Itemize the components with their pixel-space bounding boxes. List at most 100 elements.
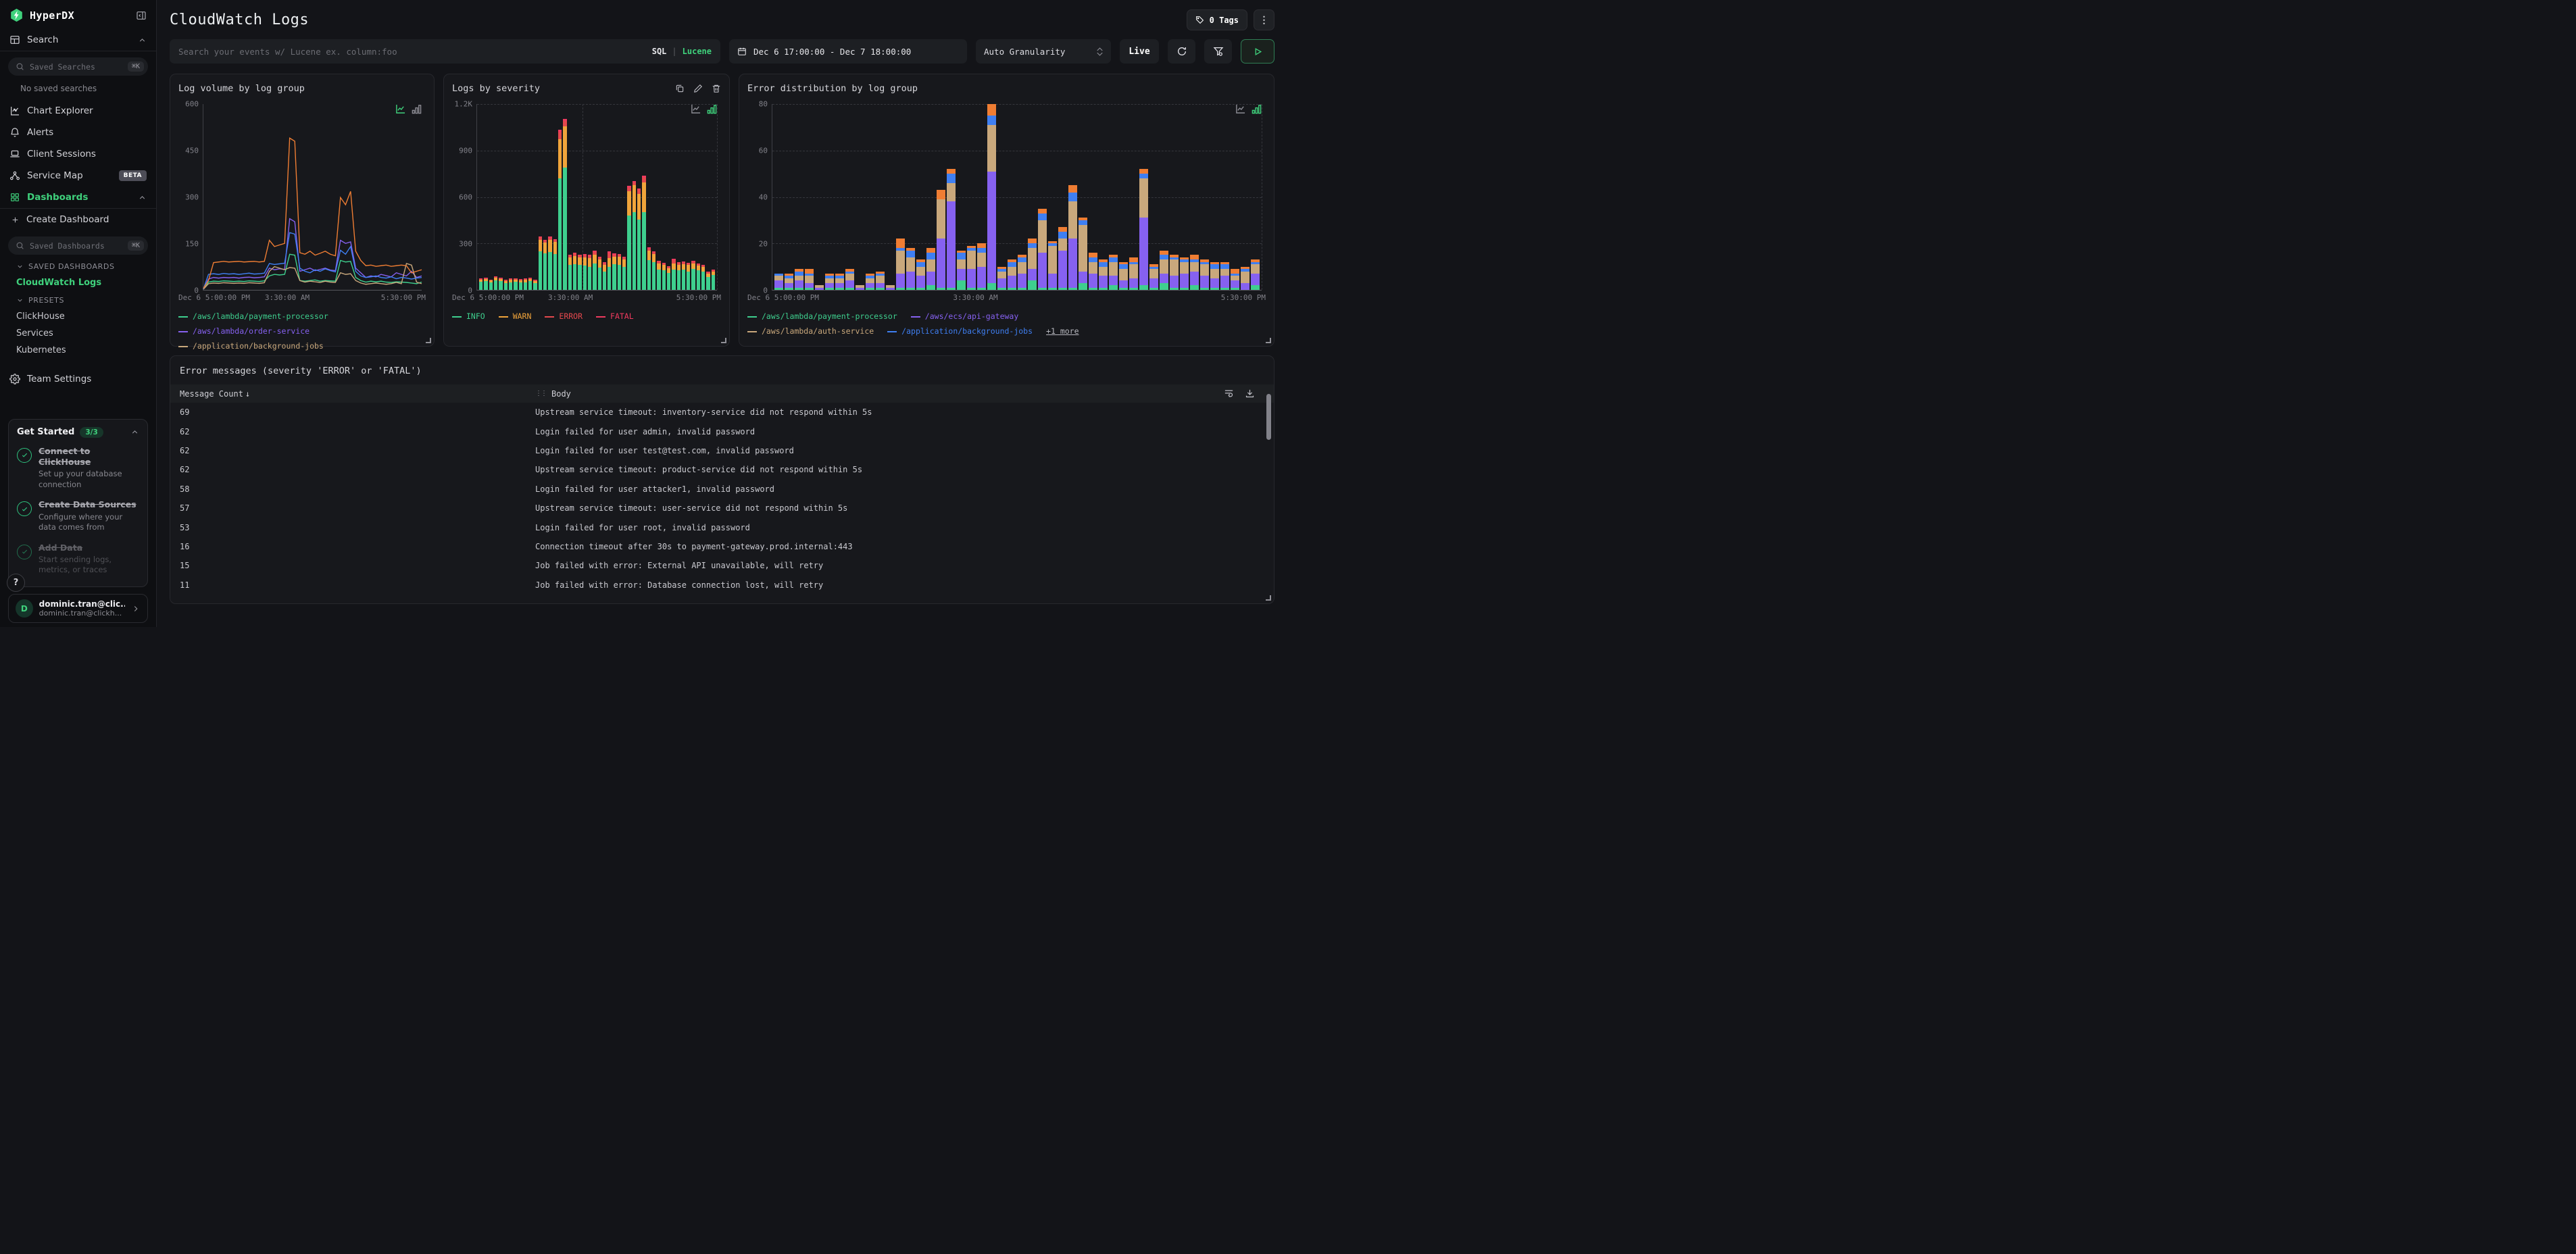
wrap-text-icon[interactable] bbox=[1224, 388, 1234, 399]
tags-button[interactable]: 0 Tags bbox=[1186, 9, 1247, 30]
table-row[interactable]: 62 Login failed for user admin, invalid p… bbox=[170, 422, 1274, 441]
dashboard-link-cloudwatch-logs[interactable]: CloudWatch Logs bbox=[0, 274, 156, 291]
table-row[interactable]: 11 Job failed with error: Database connec… bbox=[170, 576, 1274, 595]
sql-toggle[interactable]: SQL bbox=[652, 47, 667, 56]
legend-item[interactable]: FATAL bbox=[596, 309, 634, 324]
bar-segment bbox=[977, 253, 986, 267]
line-view-icon[interactable] bbox=[691, 104, 701, 114]
line-view-icon[interactable] bbox=[395, 104, 405, 114]
step-desc: Configure where your data comes from bbox=[39, 511, 123, 532]
legend-item[interactable]: ERROR bbox=[545, 309, 583, 324]
table-row[interactable]: 16 Connection timeout after 30s to paymen… bbox=[170, 537, 1274, 556]
bar-segment bbox=[493, 280, 498, 290]
create-dashboard-button[interactable]: Create Dashboard bbox=[0, 209, 156, 230]
resize-handle[interactable] bbox=[1266, 595, 1271, 601]
delete-icon[interactable] bbox=[712, 84, 721, 93]
bar-view-icon[interactable] bbox=[412, 104, 422, 114]
sidebar-item-client-sessions[interactable]: Client Sessions bbox=[0, 143, 156, 165]
column-header-body[interactable]: ⋮⋮ Body bbox=[535, 389, 1224, 399]
chevron-up-icon[interactable] bbox=[138, 193, 147, 202]
presets-section-header[interactable]: PRESETS bbox=[0, 291, 156, 308]
bar-segment bbox=[977, 248, 986, 253]
duplicate-icon[interactable] bbox=[675, 84, 685, 93]
vertical-scrollbar-thumb[interactable] bbox=[1266, 394, 1271, 440]
saved-dashboards-input[interactable]: Saved Dashboards ⌘K bbox=[8, 236, 148, 255]
lucene-toggle[interactable]: Lucene bbox=[683, 47, 712, 56]
get-started-step-add-data[interactable]: Add Data Start sending logs, metrics, or… bbox=[17, 543, 139, 576]
bar-segment bbox=[1139, 178, 1148, 218]
sidebar-item-team-settings[interactable]: Team Settings bbox=[0, 368, 156, 390]
run-query-button[interactable] bbox=[1241, 39, 1274, 64]
sidebar-item-service-map[interactable]: Service Map BETA bbox=[0, 165, 156, 186]
bar-stack bbox=[1170, 104, 1179, 290]
resize-handle[interactable] bbox=[721, 338, 726, 343]
legend-item[interactable]: INFO bbox=[452, 309, 485, 324]
user-menu[interactable]: D dominic.tran@clic... dominic.tran@clic… bbox=[8, 594, 148, 623]
bar-view-icon[interactable] bbox=[1252, 104, 1262, 114]
date-range-picker[interactable]: Dec 6 17:00:00 - Dec 7 18:00:00 bbox=[729, 39, 967, 64]
legend-item[interactable]: /aws/lambda/auth-service bbox=[747, 324, 874, 339]
download-icon[interactable] bbox=[1245, 388, 1255, 399]
search-icon bbox=[16, 241, 24, 250]
drag-handle-icon[interactable]: ⋮⋮ bbox=[535, 390, 547, 397]
legend-swatch bbox=[910, 316, 920, 318]
bar-segment bbox=[896, 273, 905, 288]
saved-dashboards-section-header[interactable]: SAVED DASHBOARDS bbox=[0, 257, 156, 274]
sidebar-item-search[interactable]: Search bbox=[0, 29, 156, 51]
column-header-message-count[interactable]: Message Count ↓ bbox=[170, 389, 535, 399]
cell-body: Connection timeout after 30s to payment-… bbox=[535, 541, 853, 551]
filter-button[interactable] bbox=[1204, 39, 1232, 64]
help-button[interactable]: ? bbox=[7, 574, 25, 592]
sidebar-item-alerts[interactable]: Alerts bbox=[0, 122, 156, 143]
live-button[interactable]: Live bbox=[1120, 39, 1159, 64]
refresh-button[interactable] bbox=[1168, 39, 1195, 64]
chevron-up-icon[interactable] bbox=[138, 36, 147, 45]
sidebar-collapse-icon[interactable] bbox=[136, 10, 147, 21]
bar-stack bbox=[957, 104, 966, 290]
get-started-step-sources[interactable]: Create Data Sources Configure where your… bbox=[17, 499, 139, 532]
bar-segment bbox=[1129, 287, 1138, 290]
legend-item[interactable]: /aws/lambda/payment-processor bbox=[747, 309, 897, 324]
table-row[interactable]: 62 Login failed for user test@test.com, i… bbox=[170, 441, 1274, 460]
bar-view-icon[interactable] bbox=[707, 104, 717, 114]
legend-swatch bbox=[452, 316, 462, 318]
table-row[interactable]: 69 Upstream service timeout: inventory-se… bbox=[170, 403, 1274, 422]
preset-link-services[interactable]: Services bbox=[0, 325, 156, 342]
legend-item[interactable]: /aws/lambda/order-service bbox=[178, 324, 309, 339]
get-started-step-connect[interactable]: Connect to ClickHouse Set up your databa… bbox=[17, 446, 139, 491]
resize-handle[interactable] bbox=[1266, 338, 1271, 343]
bar-segment bbox=[835, 287, 844, 290]
table-row[interactable]: 15 Job failed with error: External API un… bbox=[170, 556, 1274, 575]
edit-icon[interactable] bbox=[693, 84, 703, 93]
table-row[interactable]: 62 Upstream service timeout: product-serv… bbox=[170, 460, 1274, 479]
line-view-icon[interactable] bbox=[1235, 104, 1245, 114]
legend-item[interactable]: /application/background-jobs bbox=[178, 339, 324, 354]
table-row[interactable]: 57 Upstream service timeout: user-service… bbox=[170, 499, 1274, 518]
kebab-menu-button[interactable]: ⋮ bbox=[1254, 9, 1274, 30]
bar-stack bbox=[572, 104, 577, 290]
chevron-up-icon[interactable] bbox=[130, 428, 139, 436]
legend-item[interactable]: /application/background-jobs bbox=[887, 324, 1033, 339]
saved-searches-input[interactable]: Saved Searches ⌘K bbox=[8, 57, 148, 76]
legend-swatch bbox=[887, 330, 897, 332]
sidebar-item-chart-explorer[interactable]: Chart Explorer bbox=[0, 100, 156, 122]
sidebar-item-dashboards[interactable]: Dashboards bbox=[0, 186, 156, 208]
event-search-input[interactable]: Search your events w/ Lucene ex. column:… bbox=[170, 39, 720, 64]
table-row[interactable]: 53 Login failed for user root, invalid pa… bbox=[170, 518, 1274, 536]
bar-stack bbox=[578, 104, 582, 290]
legend-more-link[interactable]: +1 more bbox=[1046, 324, 1079, 339]
table-row[interactable]: 58 Login failed for user attacker1, inval… bbox=[170, 480, 1274, 499]
bar-stack bbox=[805, 104, 814, 290]
preset-link-kubernetes[interactable]: Kubernetes bbox=[0, 342, 156, 359]
bar-segment bbox=[825, 282, 834, 288]
bar-segment bbox=[785, 282, 793, 288]
legend-item[interactable]: WARN bbox=[498, 309, 531, 324]
legend-item[interactable]: /aws/lambda/payment-processor bbox=[178, 309, 328, 324]
preset-link-clickhouse[interactable]: ClickHouse bbox=[0, 308, 156, 325]
resize-handle[interactable] bbox=[426, 338, 431, 343]
granularity-select[interactable]: Auto Granularity bbox=[976, 39, 1111, 64]
legend-item[interactable]: /aws/ecs/api-gateway bbox=[910, 309, 1018, 324]
legend-label: /aws/lambda/payment-processor bbox=[762, 311, 897, 321]
y-axis-label: 40 bbox=[758, 193, 768, 202]
legend-row: INFO WARN ERROR FATAL bbox=[452, 309, 721, 324]
